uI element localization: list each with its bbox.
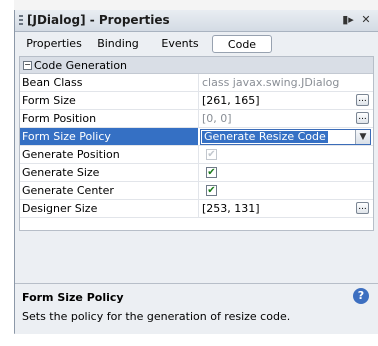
- property-row-generate-center[interactable]: Generate Center ✔: [20, 182, 373, 200]
- column-divider: [198, 92, 199, 110]
- property-name: Form Position: [22, 112, 97, 125]
- panel-title: [JDialog] - Properties: [27, 13, 170, 27]
- sheet-empty-area: [19, 231, 374, 283]
- help-description: Sets the policy for the generation of re…: [22, 310, 291, 323]
- tab-properties[interactable]: Properties: [23, 35, 85, 53]
- property-row-bean-class[interactable]: Bean Class class javax.swing.JDialog: [20, 74, 373, 92]
- category-code-generation[interactable]: − Code Generation: [20, 57, 373, 74]
- property-row-form-position[interactable]: Form Position [0, 0] ...: [20, 110, 373, 128]
- properties-panel: [JDialog] - Properties ▮▸ ✕ Properties B…: [14, 10, 378, 334]
- column-divider: [198, 74, 199, 92]
- tab-binding[interactable]: Binding: [93, 35, 143, 53]
- form-size-policy-select[interactable]: Generate Resize Code ▼: [200, 129, 371, 145]
- tab-code[interactable]: Code: [212, 35, 272, 53]
- window-toggle-icon[interactable]: ▮▸: [341, 13, 355, 27]
- property-row-form-size[interactable]: Form Size [261, 165] ...: [20, 92, 373, 110]
- collapse-icon[interactable]: −: [23, 61, 32, 70]
- column-divider: [198, 146, 199, 164]
- help-pane: Form Size Policy Sets the policy for the…: [15, 283, 378, 334]
- help-title: Form Size Policy: [22, 291, 124, 304]
- category-label: Code Generation: [34, 59, 128, 72]
- background-window-bottom: [0, 334, 378, 346]
- property-name: Bean Class: [22, 76, 83, 89]
- property-value[interactable]: [0, 0]: [202, 112, 232, 125]
- property-name: Designer Size: [22, 202, 98, 215]
- help-icon[interactable]: ?: [353, 288, 369, 304]
- background-window-strip: [0, 0, 378, 10]
- column-divider: [198, 200, 199, 218]
- property-sheet: − Code Generation Bean Class class javax…: [19, 56, 374, 231]
- property-row-form-size-policy[interactable]: Form Size Policy Generate Resize Code ▼: [20, 128, 373, 146]
- property-value[interactable]: [253, 131]: [202, 202, 260, 215]
- column-divider: [198, 164, 199, 182]
- generate-position-checkbox[interactable]: ✔: [206, 149, 217, 160]
- custom-editor-button[interactable]: ...: [356, 202, 369, 214]
- generate-center-checkbox[interactable]: ✔: [206, 185, 217, 196]
- select-value: Generate Resize Code: [202, 130, 328, 143]
- background-window-left: [0, 0, 14, 346]
- property-name: Generate Center: [22, 184, 114, 197]
- property-name: Form Size Policy: [20, 128, 198, 145]
- column-divider: [198, 110, 199, 128]
- property-name: Generate Size: [22, 166, 100, 179]
- property-value[interactable]: [261, 165]: [202, 94, 260, 107]
- property-row-generate-position[interactable]: Generate Position ✔: [20, 146, 373, 164]
- custom-editor-button[interactable]: ...: [356, 94, 369, 106]
- drag-grip-icon[interactable]: [19, 15, 23, 27]
- close-icon[interactable]: ✕: [359, 13, 373, 27]
- property-name: Generate Position: [22, 148, 120, 161]
- property-row-generate-size[interactable]: Generate Size ✔: [20, 164, 373, 182]
- generate-size-checkbox[interactable]: ✔: [206, 167, 217, 178]
- chevron-down-icon[interactable]: ▼: [355, 130, 370, 144]
- property-row-designer-size[interactable]: Designer Size [253, 131] ...: [20, 200, 373, 218]
- tab-events[interactable]: Events: [155, 35, 205, 53]
- property-name: Form Size: [22, 94, 76, 107]
- property-value: class javax.swing.JDialog: [202, 76, 340, 89]
- panel-titlebar[interactable]: [JDialog] - Properties ▮▸ ✕: [15, 10, 378, 32]
- custom-editor-button[interactable]: ...: [356, 112, 369, 124]
- tab-bar: Properties Binding Events Code: [15, 32, 378, 56]
- column-divider: [198, 182, 199, 200]
